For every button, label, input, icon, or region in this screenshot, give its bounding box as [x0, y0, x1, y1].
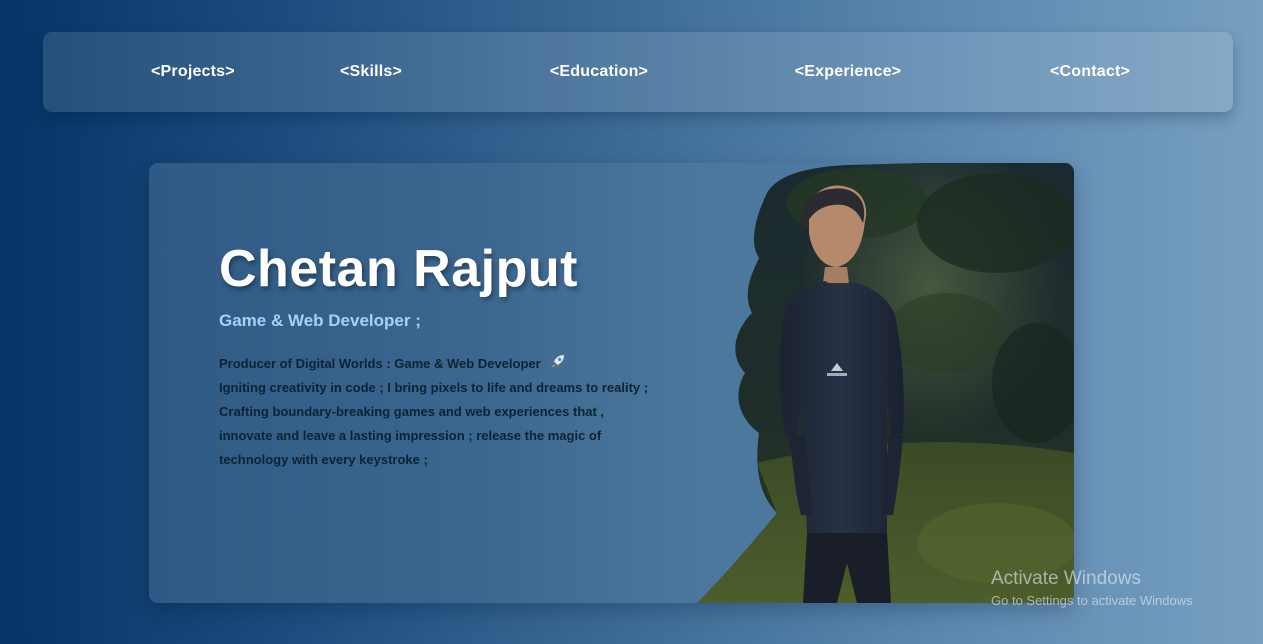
nav-link-contact[interactable]: <Contact> — [1050, 32, 1130, 112]
rocket-icon — [551, 354, 565, 368]
hero-bio: Producer of Digital Worlds : Game & Web … — [219, 352, 689, 472]
nav-link-experience[interactable]: <Experience> — [795, 32, 901, 112]
hero-role: Game & Web Developer ; — [219, 311, 421, 330]
bio-line: technology with every keystroke ; — [219, 452, 428, 467]
nav-link-education[interactable]: <Education> — [550, 32, 648, 112]
hero-card: Chetan Rajput Game & Web Developer ; Pro… — [149, 163, 1074, 603]
bio-line: Producer of Digital Worlds : Game & Web … — [219, 352, 689, 376]
bio-line: Crafting boundary-breaking games and web… — [219, 404, 605, 419]
profile-photo — [697, 163, 1074, 603]
nav-link-skills[interactable]: <Skills> — [340, 32, 402, 112]
nav-link-projects[interactable]: <Projects> — [151, 32, 235, 112]
hero-name: Chetan Rajput — [219, 240, 578, 298]
bio-line-text: Producer of Digital Worlds : Game & Web … — [219, 356, 541, 371]
bio-line: Igniting creativity in code ; I bring pi… — [219, 380, 649, 395]
bio-line: innovate and leave a lasting impression … — [219, 428, 602, 443]
top-navbar: <Projects> <Skills> <Education> <Experie… — [43, 32, 1233, 112]
